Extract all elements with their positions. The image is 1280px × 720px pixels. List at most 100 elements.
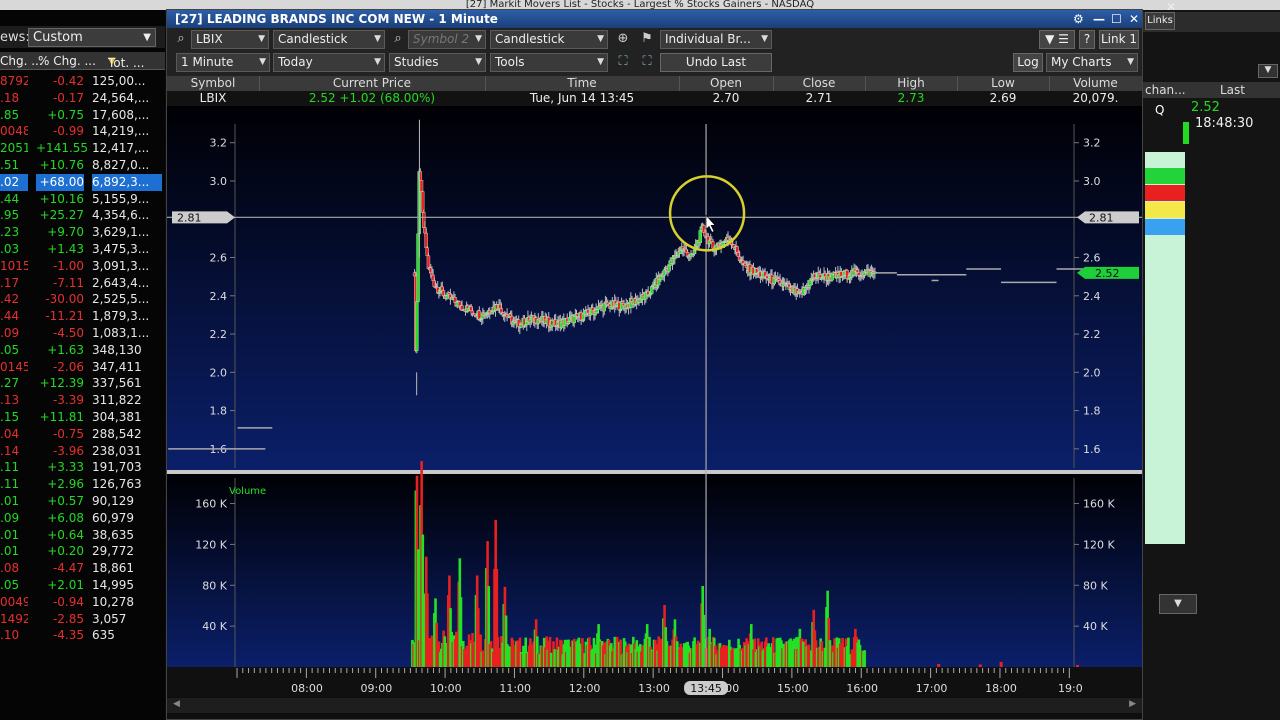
pane-divider[interactable]: [167, 470, 1142, 474]
table-row[interactable]: .09 +6.08 60,979: [0, 510, 165, 527]
col-header-pct-chg[interactable]: % Chg. ...: [38, 54, 96, 68]
close-icon[interactable]: ✕: [1129, 10, 1139, 28]
table-cell: 8792: [0, 74, 28, 88]
search-icon[interactable]: ⌕: [389, 30, 407, 48]
symbol-input[interactable]: LBIX ▼: [191, 30, 269, 49]
table-row[interactable]: 0048 -0.99 14,219,...: [0, 123, 165, 140]
table-row[interactable]: 1492 -2.85 3,057: [0, 611, 165, 628]
zoom-icon[interactable]: ⊕: [614, 30, 632, 48]
table-row[interactable]: .05 +2.01 14,995: [0, 577, 165, 594]
table-row[interactable]: 0145 -2.06 347,411: [0, 359, 165, 376]
time-tick-label: 13:00: [638, 682, 670, 695]
table-cell: +141.55: [36, 141, 89, 156]
table-cell: 38,635: [92, 527, 134, 542]
table-row[interactable]: .01 +0.57 90,129: [0, 493, 165, 510]
table-row[interactable]: 1015 -1.00 3,091,3...: [0, 258, 165, 275]
gear-icon[interactable]: ⚙: [1073, 10, 1084, 28]
table-row[interactable]: .04 -0.75 288,542: [0, 426, 165, 443]
table-row[interactable]: 8792 -0.42 125,00...: [0, 73, 165, 90]
maximize-icon[interactable]: ☐: [1111, 10, 1122, 28]
undo-last-button[interactable]: Undo Last: [660, 53, 772, 72]
table-cell: 90,129: [92, 493, 134, 508]
table-row[interactable]: .85 +0.75 17,608,...: [0, 107, 165, 124]
close-icon[interactable]: ✕: [1166, 0, 1176, 14]
minimize-icon[interactable]: —: [1093, 10, 1105, 28]
quote-col-header[interactable]: Volume: [1049, 76, 1142, 90]
fit-icon[interactable]: ⛶: [614, 53, 632, 71]
table-row[interactable]: .10 -4.35 635: [0, 627, 165, 644]
view-select[interactable]: Custom ▼: [28, 28, 156, 47]
time-tick-label: 11:00: [499, 682, 531, 695]
table-row[interactable]: .15 +11.81 304,381: [0, 409, 165, 426]
table-row[interactable]: .01 +0.20 29,772: [0, 543, 165, 560]
table-row[interactable]: .27 +12.39 337,561: [0, 375, 165, 392]
price-chart[interactable]: 1.6 1.61.8 1.82.0 2.02.2 2.22.4 2.42.6 2.63.0 3…: [167, 106, 1142, 716]
range-select[interactable]: Today ▼: [273, 53, 385, 72]
quote-col-header[interactable]: Open: [679, 76, 773, 90]
quote-col-header[interactable]: Time: [485, 76, 679, 90]
layout-select[interactable]: Individual Br... ▼: [660, 30, 772, 49]
table-row[interactable]: 0049 -0.94 10,278: [0, 594, 165, 611]
chevron-down-icon: ▼: [597, 57, 604, 67]
quote-col-header[interactable]: Close: [773, 76, 865, 90]
table-row[interactable]: 2051 +141.55 12,417,...: [0, 140, 165, 157]
search-icon[interactable]: ⌕: [172, 30, 190, 48]
my-charts-select[interactable]: My Charts ▼: [1046, 53, 1138, 72]
quote-row[interactable]: LBIX 2.52 +1.02 (68.00%) Tue, Jun 14 13:…: [167, 91, 1142, 106]
chevron-down-icon[interactable]: ▼: [1159, 594, 1197, 614]
table-row[interactable]: .42 -30.00 2,525,5...: [0, 291, 165, 308]
table-row[interactable]: .14 -3.96 238,031: [0, 443, 165, 460]
col-header-tot-label: Tot. ...: [108, 56, 145, 70]
table-row[interactable]: .11 +2.96 126,763: [0, 476, 165, 493]
help-button[interactable]: ?: [1079, 30, 1095, 49]
table-row[interactable]: .44 +10.16 5,155,9...: [0, 191, 165, 208]
table-row[interactable]: .18 -0.17 24,564,...: [0, 90, 165, 107]
list-menu-button[interactable]: ▼ ☰: [1039, 30, 1075, 49]
links-button[interactable]: Links: [1145, 12, 1175, 30]
table-row[interactable]: .51 +10.76 8,827,0...: [0, 157, 165, 174]
table-cell: -1.00: [52, 258, 84, 273]
table-row[interactable]: .01 +0.64 38,635: [0, 527, 165, 544]
crosshair-time-label: 13:45: [690, 682, 722, 695]
chart-type2-select[interactable]: Candlestick ▼: [490, 30, 608, 49]
table-row[interactable]: .05 +1.63 348,130: [0, 342, 165, 359]
studies-select[interactable]: Studies ▼: [389, 53, 486, 72]
flag-icon[interactable]: ⚑: [638, 30, 656, 48]
chart-type-select[interactable]: Candlestick ▼: [273, 30, 385, 49]
table-cell: -0.99: [52, 124, 84, 139]
expand-icon[interactable]: ⛶: [638, 53, 656, 71]
table-row[interactable]: .09 -4.50 1,083,1...: [0, 325, 165, 342]
chart-scrollbar[interactable]: ◀ ▶: [167, 698, 1142, 713]
chart-window-titlebar[interactable]: [27] LEADING BRANDS INC COM NEW - 1 Minu…: [167, 10, 1142, 28]
price-tick-label: 2.0: [210, 366, 228, 379]
table-row[interactable]: .17 -7.11 2,643,4...: [0, 275, 165, 292]
chevron-down-icon: ▼: [259, 57, 266, 67]
table-cell: .44: [0, 309, 20, 324]
link-button[interactable]: Link 1: [1099, 30, 1139, 49]
log-button[interactable]: Log: [1013, 53, 1043, 72]
col-header-chg[interactable]: Chg. ...: [0, 54, 43, 68]
table-row[interactable]: .13 -3.39 311,822: [0, 392, 165, 409]
quote-col-header[interactable]: High: [865, 76, 957, 90]
scroll-left-icon[interactable]: ◀: [173, 699, 180, 709]
quote-col-header[interactable]: Current Price: [259, 76, 485, 90]
time-tick-label: 17:00: [916, 682, 948, 695]
views-label: ews:: [0, 30, 30, 45]
chevron-down-icon[interactable]: ▼: [1258, 64, 1278, 78]
table-row[interactable]: .11 +3.33 191,703: [0, 459, 165, 476]
quote-col-header[interactable]: Low: [957, 76, 1049, 90]
table-row[interactable]: .03 +1.43 3,475,3...: [0, 241, 165, 258]
my-charts-value: My Charts: [1051, 55, 1112, 69]
col-header-last[interactable]: Last: [1220, 83, 1245, 97]
table-row[interactable]: .44 -11.21 1,879,3...: [0, 308, 165, 325]
scroll-right-icon[interactable]: ▶: [1129, 699, 1136, 709]
quote-col-header[interactable]: Symbol: [167, 76, 259, 90]
table-row[interactable]: .23 +9.70 3,629,1...: [0, 224, 165, 241]
col-header-change[interactable]: chan...: [1145, 83, 1186, 97]
table-row[interactable]: .02 +68.00 6,892,3...: [0, 173, 165, 191]
tools-select[interactable]: Tools ▼: [490, 53, 608, 72]
symbol2-input[interactable]: Symbol 2 ▼: [408, 30, 486, 49]
table-row[interactable]: .08 -4.47 18,861: [0, 560, 165, 577]
interval-select[interactable]: 1 Minute ▼: [176, 53, 270, 72]
table-row[interactable]: .95 +25.27 4,354,6...: [0, 207, 165, 224]
